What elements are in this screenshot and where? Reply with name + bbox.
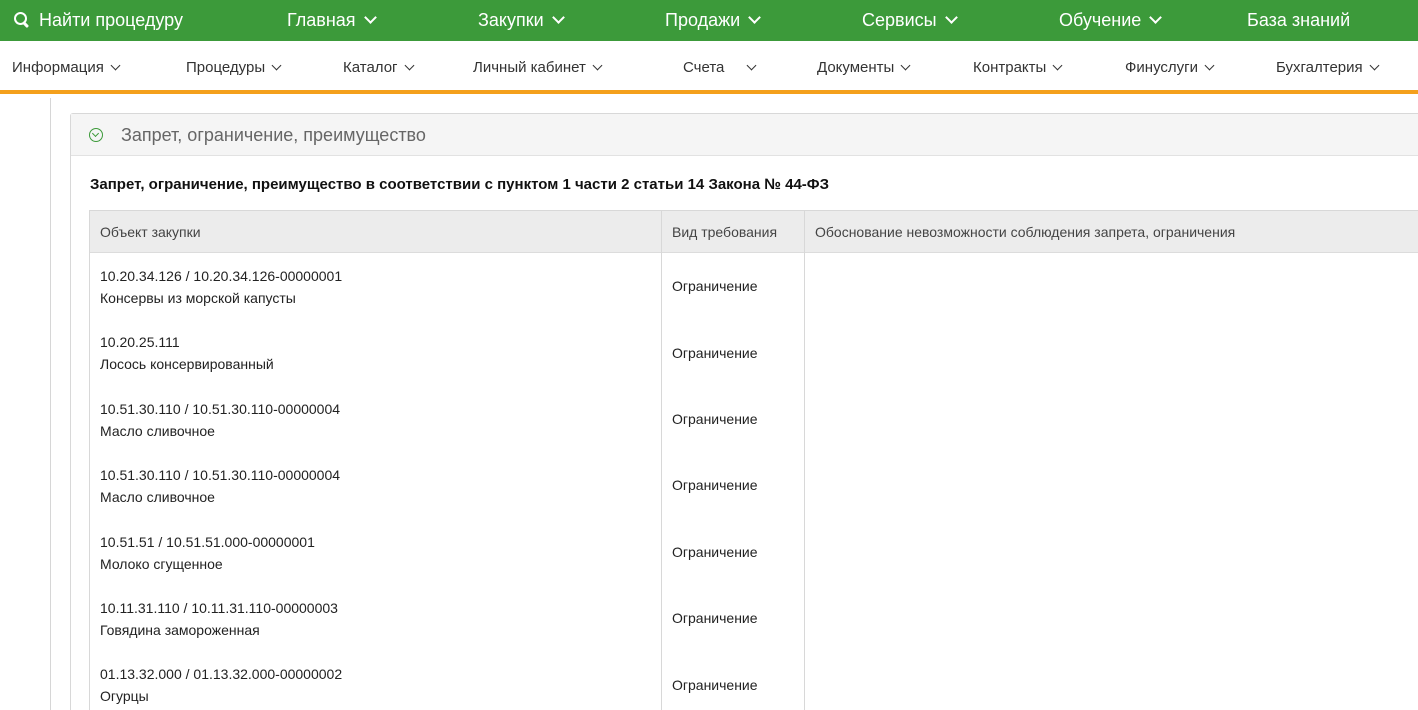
subnav-item-invoices[interactable]: Счета	[683, 41, 757, 94]
object-code: 10.20.34.126 / 10.20.34.126-00000001	[100, 268, 343, 284]
left-guide-line	[50, 98, 51, 710]
subnav-item-personal-account[interactable]: Личный кабинет	[473, 41, 603, 94]
object-cell: 10.20.25.111 Лосось консервированный	[90, 319, 661, 385]
subnav-item-documents[interactable]: Документы	[817, 41, 911, 94]
table-row: 10.51.30.110 / 10.51.30.110-00000004 Мас…	[90, 385, 1418, 453]
find-procedure-link[interactable]: Найти процедуру	[14, 0, 183, 41]
chevron-down-icon	[551, 11, 565, 24]
requirement-type-cell: Ограничение	[661, 452, 804, 519]
object-name: Масло сливочное	[100, 422, 215, 439]
top-navbar: Найти процедуру Главная Закупки Продажи …	[0, 0, 1418, 41]
object-code: 10.11.31.110 / 10.11.31.110-00000003	[100, 599, 338, 616]
chevron-down-icon	[592, 60, 603, 71]
justification-cell	[804, 452, 1418, 519]
justification-cell	[804, 319, 1418, 386]
chevron-down-icon	[404, 60, 414, 71]
chevron-down-icon	[1369, 60, 1380, 71]
justification-cell	[804, 518, 1418, 585]
subnav-item-catalog[interactable]: Каталог	[343, 41, 414, 94]
object-cell: 10.11.31.110 / 10.11.31.110-00000003 Гов…	[90, 585, 661, 651]
requirement-type-cell: Ограничение	[661, 651, 804, 710]
chevron-down-icon	[271, 60, 282, 71]
justification-cell	[804, 651, 1418, 710]
topnav-item-main[interactable]: Главная	[287, 0, 377, 41]
collapse-toggle-icon[interactable]	[89, 128, 103, 142]
table-row: 10.20.25.111 Лосось консервированный Огр…	[90, 319, 1418, 386]
subnav-item-information[interactable]: Информация	[12, 41, 121, 94]
justification-cell	[804, 253, 1418, 320]
justification-cell	[804, 385, 1418, 453]
chevron-down-icon	[1052, 60, 1063, 71]
topnav-item-services[interactable]: Сервисы	[862, 0, 958, 41]
object-cell: 10.51.51 / 10.51.51.000-00000001 Молоко …	[90, 519, 661, 585]
subnav-item-procedures[interactable]: Процедуры	[186, 41, 282, 94]
object-name: Лосось консервированный	[100, 356, 274, 373]
object-name: Консервы из морской капусты	[100, 290, 296, 306]
chevron-down-icon	[944, 11, 958, 24]
object-code: 10.51.30.110 / 10.51.30.110-00000004	[100, 467, 341, 484]
subnav-item-contracts[interactable]: Контракты	[973, 41, 1063, 94]
table-row: 10.11.31.110 / 10.11.31.110-00000003 Гов…	[90, 584, 1418, 652]
section-title: Запрет, ограничение, преимущество в соот…	[90, 176, 829, 193]
object-code: 01.13.32.000 / 01.13.32.000-00000002	[100, 666, 343, 683]
object-code: 10.20.25.111	[100, 334, 180, 351]
table-row: 01.13.32.000 / 01.13.32.000-00000002 Огу…	[90, 651, 1418, 710]
column-header-object: Объект закупки	[100, 224, 201, 240]
topnav-item-learning[interactable]: Обучение	[1059, 0, 1163, 41]
object-name: Говядина замороженная	[100, 621, 260, 638]
panel-header[interactable]: Запрет, ограничение, преимущество	[71, 114, 1418, 156]
chevron-down-icon	[1149, 11, 1163, 24]
chevron-down-icon	[900, 60, 911, 71]
panel-title: Запрет, ограничение, преимущество	[121, 125, 426, 145]
table-row: 10.20.34.126 / 10.20.34.126-00000001 Кон…	[90, 253, 1418, 320]
object-code: 10.51.51 / 10.51.51.000-00000001	[100, 533, 315, 550]
chevron-down-icon	[748, 11, 762, 24]
subnav-item-finservices[interactable]: Финуслуги	[1125, 41, 1215, 94]
requirement-type-cell: Ограничение	[661, 319, 804, 386]
topnav-item-purchases[interactable]: Закупки	[478, 0, 565, 41]
object-name: Огурцы	[100, 688, 149, 705]
object-name: Масло сливочное	[100, 489, 215, 506]
requirement-type-cell: Ограничение	[661, 253, 804, 320]
table-header: Объект закупки Вид требования Обосновани…	[90, 211, 1418, 253]
requirement-type-cell: Ограничение	[661, 385, 804, 453]
table-row: 10.51.30.110 / 10.51.30.110-00000004 Мас…	[90, 452, 1418, 519]
column-header-justification: Обоснование невозможности соблюдения зап…	[804, 211, 1418, 253]
object-name: Молоко сгущенное	[100, 555, 223, 572]
requirement-type-cell: Ограничение	[661, 518, 804, 585]
requirement-type-cell: Ограничение	[661, 584, 804, 652]
justification-cell	[804, 584, 1418, 652]
sub-navbar: Информация Процедуры Каталог Личный каби…	[0, 41, 1418, 94]
restrictions-table: Объект закупки Вид требования Обосновани…	[89, 210, 1418, 710]
table-row: 10.51.51 / 10.51.51.000-00000001 Молоко …	[90, 518, 1418, 585]
object-cell: 10.51.30.110 / 10.51.30.110-00000004 Мас…	[90, 386, 661, 452]
chevron-down-icon	[110, 60, 121, 71]
chevron-down-icon	[363, 11, 377, 24]
column-header-requirement-type: Вид требования	[661, 211, 804, 253]
find-procedure-label: Найти процедуру	[39, 10, 183, 30]
topnav-item-knowledge-base[interactable]: База знаний	[1247, 0, 1350, 41]
object-cell: 01.13.32.000 / 01.13.32.000-00000002 Огу…	[90, 651, 661, 710]
subnav-item-accounting[interactable]: Бухгалтерия	[1276, 41, 1380, 94]
chevron-down-icon	[1204, 60, 1215, 71]
object-code: 10.51.30.110 / 10.51.30.110-00000004	[100, 400, 341, 417]
chevron-down-icon	[746, 60, 757, 71]
object-cell: 10.51.30.110 / 10.51.30.110-00000004 Мас…	[90, 452, 661, 518]
topnav-item-sales[interactable]: Продажи	[665, 0, 762, 41]
object-cell: 10.20.34.126 / 10.20.34.126-00000001 Кон…	[90, 253, 661, 319]
search-icon	[14, 12, 29, 27]
